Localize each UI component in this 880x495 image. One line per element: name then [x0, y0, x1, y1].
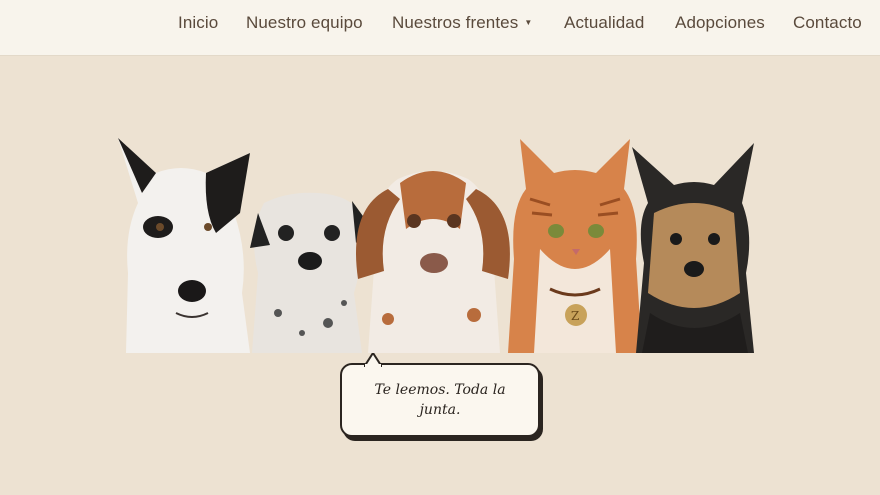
- dog-black-white-illustration: [118, 138, 250, 353]
- cat-orange-tabby-illustration: Z: [508, 139, 642, 353]
- nav-item-nuestros-frentes-label: Nuestros frentes: [392, 13, 519, 32]
- dog-yorkshire-illustration: [632, 143, 754, 353]
- nav-item-actualidad[interactable]: Actualidad: [564, 13, 644, 33]
- nav-item-contacto[interactable]: Contacto: [793, 13, 862, 33]
- speech-bubble: Te leemos. Toda la junta.: [340, 353, 540, 437]
- site-header: Inicio Nuestro equipo Nuestros frentes ▼ …: [0, 0, 880, 56]
- speech-bubble-tail: [364, 353, 382, 367]
- nav-item-nuestros-frentes[interactable]: Nuestros frentes ▼: [392, 13, 532, 33]
- nav-item-nuestro-equipo[interactable]: Nuestro equipo: [246, 13, 363, 33]
- speech-bubble-text: Te leemos. Toda la junta.: [374, 382, 506, 418]
- main-nav: Inicio Nuestro equipo Nuestros frentes ▼ …: [0, 0, 880, 56]
- nav-item-adopciones[interactable]: Adopciones: [675, 13, 765, 33]
- nav-item-inicio[interactable]: Inicio: [178, 13, 218, 33]
- chevron-down-icon: ▼: [524, 18, 533, 27]
- dog-spaniel-brown-illustration: [356, 171, 510, 353]
- hero-pets-image: Z: [116, 110, 758, 353]
- svg-text:Z: Z: [571, 309, 579, 323]
